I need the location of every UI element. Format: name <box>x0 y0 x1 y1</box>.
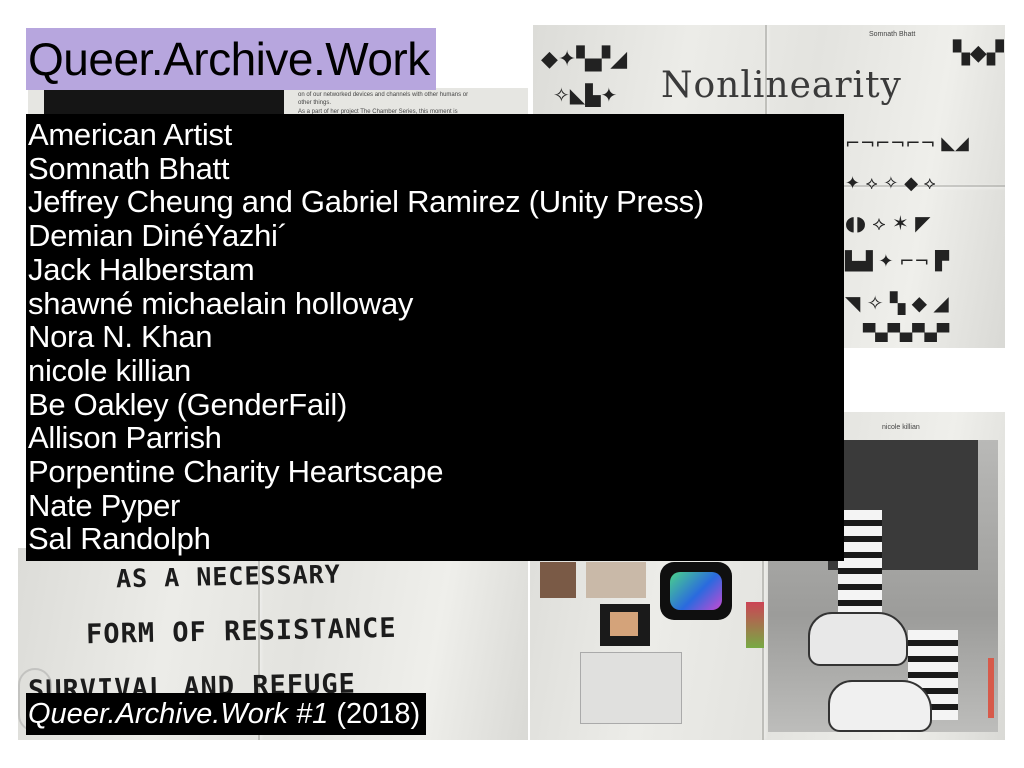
artist-list: American Artist Somnath Bhatt Jeffrey Ch… <box>26 114 844 561</box>
striped-sock <box>838 510 882 620</box>
handwritten-line: FORM OF RESISTANCE <box>85 612 397 651</box>
collage-photo <box>540 562 576 598</box>
artist-name: Be Oakley (GenderFail) <box>28 386 348 422</box>
artist-name: American Artist <box>28 117 232 152</box>
artist-name: Jeffrey Cheung and Gabriel Ramirez (Unit… <box>28 184 704 220</box>
goggle-lens <box>670 572 722 610</box>
artist-name: Nora N. Khan <box>28 319 213 355</box>
ornament-glyphs: ◆✦▚▞◢ <box>541 47 628 72</box>
collage-photo <box>586 562 646 598</box>
collage-inner <box>610 612 638 636</box>
page-title: Queer.Archive.Work <box>28 33 430 85</box>
collage-photo <box>580 652 682 724</box>
ornament-glyphs: ◖◗ ⟡ ✶ ◤ <box>845 211 931 235</box>
artist-name: Demian DinéYazhi´ <box>28 218 288 254</box>
publication-caption: Queer.Archive.Work #1 (2018) <box>26 693 427 735</box>
nonlinearity-title: Nonlinearity <box>661 65 902 106</box>
ornament-glyphs: ▙▟ ✦ ⌐¬ ▛ <box>845 251 949 272</box>
publication-year: (2018) <box>336 698 421 730</box>
nonlinearity-byline: Somnath Bhatt <box>869 31 916 38</box>
newspaper-body-text: on of our networked devices and channels… <box>298 92 469 98</box>
ornament-glyphs: ▀▄▀▄▀▄▀ <box>863 323 950 342</box>
collage-photo <box>600 604 650 646</box>
photo-byline: nicole killian <box>882 424 920 431</box>
red-caption-strip <box>988 658 994 718</box>
artist-name: Allison Parrish <box>28 420 222 456</box>
ornament-glyphs: ▚◆▞ <box>953 41 1004 66</box>
vr-goggles-photo <box>660 562 732 620</box>
newspaper-body-text: other things. <box>298 100 332 106</box>
ornament-glyphs: ✧◣▙✦ <box>553 83 618 107</box>
sneaker <box>828 680 932 732</box>
sneaker <box>808 612 908 666</box>
artist-name: Sal Randolph <box>28 521 211 557</box>
artist-name: Nate Pyper <box>28 487 181 523</box>
page-title-highlight: Queer.Archive.Work <box>26 28 436 90</box>
artist-name: Somnath Bhatt <box>28 150 230 186</box>
ornament-glyphs: ◥ ✧ ▚ ◆ ◢ <box>845 291 949 315</box>
artist-name: nicole killian <box>28 352 191 388</box>
publication-title: Queer.Archive.Work #1 <box>28 698 329 730</box>
artist-name: Porpentine Charity Heartscape <box>28 454 444 490</box>
artist-name: Jack Halberstam <box>28 251 255 287</box>
ornament-glyphs: ⌐¬⌐¬⌐¬ ◣◢ <box>845 133 969 154</box>
ornament-glyphs: ✦ ⟡ ✧ ◆ ⟡ <box>845 173 936 194</box>
artist-name: shawné michaelain holloway <box>28 285 414 321</box>
handwritten-line: AS A NECESSARY <box>115 559 341 594</box>
collage-strip <box>746 602 764 648</box>
